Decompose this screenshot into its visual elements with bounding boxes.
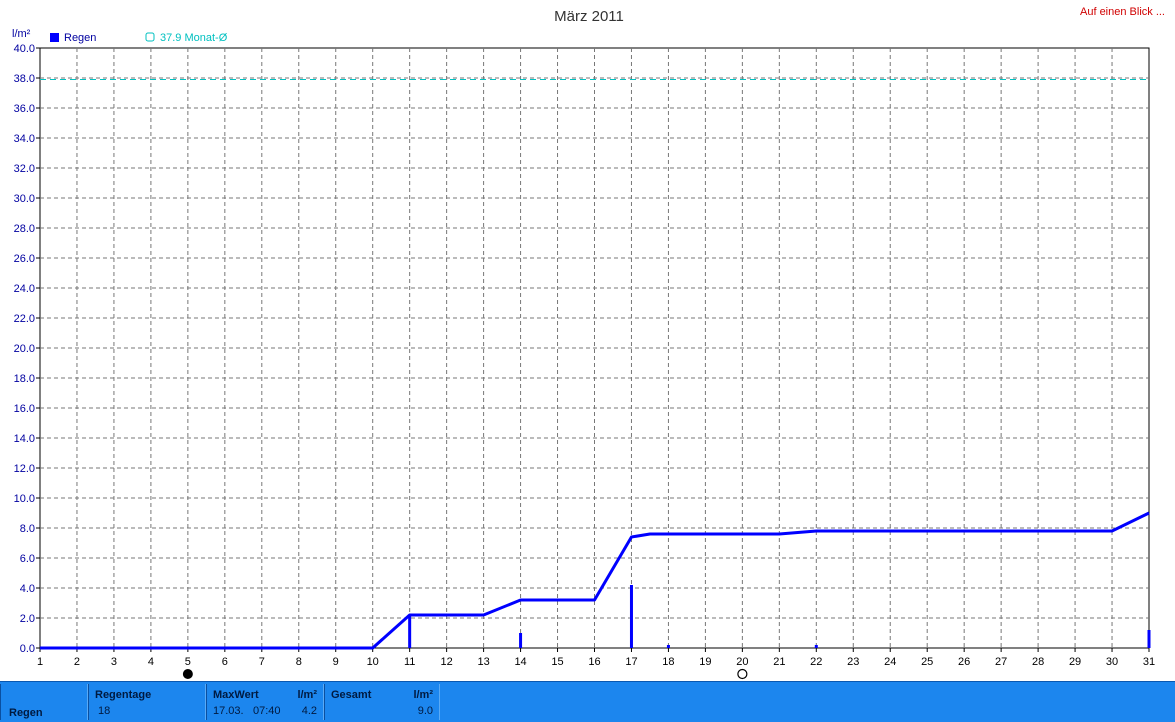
gesamt-unit: l/m² [413, 689, 433, 701]
y-tick-label: 36.0 [14, 103, 35, 115]
x-tick-label: 12 [441, 656, 453, 668]
x-tick-label: 1 [37, 656, 43, 668]
summary-row-label: Regen [9, 707, 43, 719]
y-tick-label: 38.0 [14, 73, 35, 85]
maxwert-date: 17.03. [213, 705, 244, 717]
x-tick-label: 26 [958, 656, 970, 668]
y-tick-label: 14.0 [14, 433, 35, 445]
y-tick-label: 6.0 [20, 553, 35, 565]
y-tick-label: 32.0 [14, 163, 35, 175]
y-tick-label: 4.0 [20, 583, 35, 595]
y-tick-label: 34.0 [14, 133, 35, 145]
x-tick-label: 19 [699, 656, 711, 668]
x-tick-label: 5 [185, 656, 191, 668]
gesamt-value: 9.0 [417, 705, 433, 717]
y-tick-label: 24.0 [14, 283, 35, 295]
x-tick-label: 13 [477, 656, 489, 668]
x-tick-label: 25 [921, 656, 933, 668]
legend-regen-label: Regen [64, 32, 96, 44]
y-tick-label: 0.0 [20, 643, 35, 655]
y-tick-label: 22.0 [14, 313, 35, 325]
x-tick-label: 23 [847, 656, 859, 668]
maxwert-unit: l/m² [297, 689, 317, 701]
x-tick-label: 31 [1143, 656, 1155, 668]
gesamt-cell: Gesamt l/m² 9.0 [324, 684, 440, 720]
x-tick-label: 28 [1032, 656, 1044, 668]
legend: Regen 37.9 Monat-Ø [50, 32, 228, 44]
y-tick-label: 26.0 [14, 253, 35, 265]
x-tick-label: 22 [810, 656, 822, 668]
maxwert-time: 07:40 [253, 705, 281, 717]
x-tick-label: 9 [333, 656, 339, 668]
y-tick-label: 16.0 [14, 403, 35, 415]
x-tick-label: 20 [736, 656, 748, 668]
x-tick-label: 16 [588, 656, 600, 668]
y-tick-label: 30.0 [14, 193, 35, 205]
overview-link[interactable]: Auf einen Blick ... [1080, 6, 1165, 18]
y-tick-label: 20.0 [14, 343, 35, 355]
y-tick-label: 12.0 [14, 463, 35, 475]
summary-bar: Regen Regentage 18 MaxWert l/m² 17.03. 0… [0, 681, 1175, 722]
chart-title: März 2011 [554, 8, 624, 25]
x-tick-label: 11 [404, 656, 415, 668]
legend-regen-swatch [50, 33, 59, 42]
maxwert-label: MaxWert [213, 689, 259, 701]
legend-average-label: 37.9 Monat-Ø [160, 32, 228, 44]
x-tick-label: 27 [995, 656, 1007, 668]
x-tick-label: 6 [222, 656, 228, 668]
x-tick-label: 15 [551, 656, 563, 668]
x-tick-label: 17 [625, 656, 637, 668]
x-tick-label: 30 [1106, 656, 1118, 668]
x-tick-label: 4 [148, 656, 154, 668]
y-tick-label: 40.0 [14, 43, 35, 55]
x-tick-label: 24 [884, 656, 896, 668]
new-moon-icon [182, 669, 193, 679]
gesamt-label: Gesamt [331, 689, 372, 701]
regentage-label: Regentage [95, 689, 152, 701]
moon-phases [182, 668, 748, 680]
x-tick-label: 10 [367, 656, 379, 668]
y-axis: 0.0 2.0 4.0 6.0 8.0 10.0 12.0 14.0 16.0 18.0 20.0 2… [14, 43, 40, 655]
y-tick-label: 8.0 [20, 523, 35, 535]
x-tick-label: 3 [111, 656, 117, 668]
x-tick-label: 7 [259, 656, 265, 668]
maxwert-value: 4.2 [301, 705, 317, 717]
summary-row-label-cell: Regen [0, 684, 88, 720]
y-axis-unit: l/m² [12, 28, 31, 40]
full-moon-icon [737, 668, 748, 680]
grid [39, 47, 1150, 649]
y-tick-label: 28.0 [14, 223, 35, 235]
x-tick-label: 2 [74, 656, 80, 668]
x-axis: 1 2 3 4 5 6 7 8 9 10 11 12 13 14 15 16 17 18 19 20 21 22 23 24 2… [37, 648, 1155, 668]
rain-chart: März 2011 l/m² Regen 37.9 Monat-Ø 0.0 2.0… [12, 8, 1155, 680]
maxwert-cell: MaxWert l/m² 17.03. 07:40 4.2 [206, 684, 324, 720]
x-tick-label: 8 [296, 656, 302, 668]
x-tick-label: 29 [1069, 656, 1081, 668]
x-tick-label: 18 [662, 656, 674, 668]
y-tick-label: 18.0 [14, 373, 35, 385]
y-tick-label: 2.0 [20, 613, 35, 625]
regentage-cell: Regentage 18 [88, 684, 206, 720]
regentage-value: 18 [98, 705, 111, 717]
legend-average-swatch [145, 32, 155, 42]
x-tick-label: 14 [514, 656, 526, 668]
x-tick-label: 21 [773, 656, 785, 668]
y-tick-label: 10.0 [14, 493, 35, 505]
